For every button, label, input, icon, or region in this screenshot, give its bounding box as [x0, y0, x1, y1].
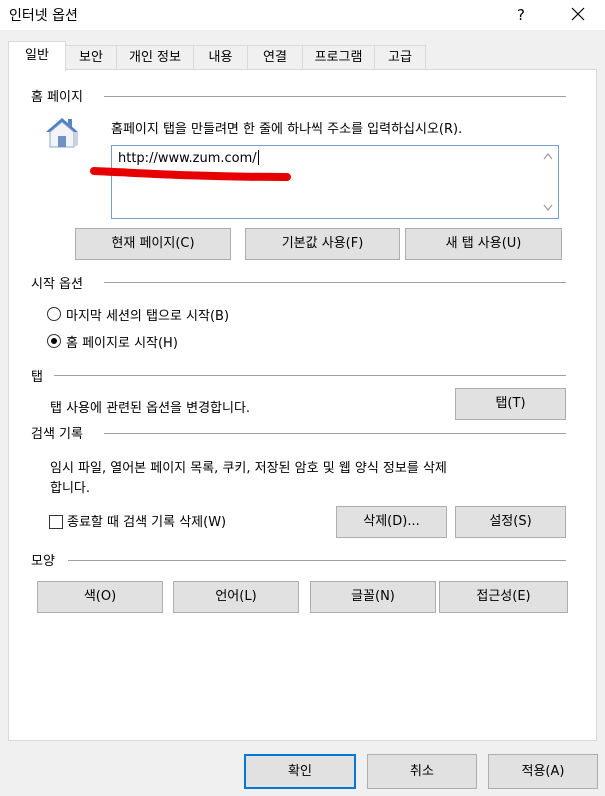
- delete-on-exit-checkbox[interactable]: [49, 515, 63, 529]
- languages-button[interactable]: 언어(L): [173, 581, 299, 613]
- apply-button[interactable]: 적용(A): [488, 754, 598, 789]
- radio-last-session-label: 마지막 세션의 탭으로 시작(B): [66, 309, 230, 324]
- radio-homepage[interactable]: [47, 334, 61, 348]
- tab-programs[interactable]: 프로그램: [302, 45, 375, 71]
- homepage-divider: [104, 96, 566, 97]
- tab-privacy[interactable]: 개인 정보: [116, 45, 194, 71]
- radio-last-session[interactable]: [47, 307, 61, 321]
- use-default-button[interactable]: 기본값 사용(F): [245, 228, 400, 260]
- red-annotation-stroke: [90, 167, 291, 181]
- appearance-heading: 모양: [31, 550, 55, 569]
- tab-general[interactable]: 일반: [8, 41, 66, 71]
- close-icon: [571, 7, 585, 21]
- scroll-up-icon[interactable]: [543, 152, 553, 160]
- help-button[interactable]: ?: [506, 0, 536, 30]
- accessibility-button[interactable]: 접근성(E): [439, 581, 568, 613]
- use-new-tab-button[interactable]: 새 탭 사용(U): [405, 228, 562, 260]
- homepage-description: 홈페이지 탭을 만들려면 한 줄에 하나씩 주소를 입력하십시오(R).: [111, 122, 463, 137]
- general-tab-panel: 홈 페이지 홈페이지 탭을 만들려면 한 줄에 하나씩 주소를 입력하십시오(R…: [8, 69, 597, 741]
- scroll-down-icon[interactable]: [543, 204, 553, 212]
- title-bar: 인터넷 옵션 ?: [0, 0, 605, 30]
- delete-history-button[interactable]: 삭제(D)...: [336, 506, 447, 538]
- history-settings-button[interactable]: 설정(S): [455, 506, 566, 538]
- delete-on-exit-label: 종료할 때 검색 기록 삭제(W): [67, 515, 227, 530]
- history-description-line2: 합니다.: [50, 481, 91, 496]
- window-title: 인터넷 옵션: [9, 8, 78, 24]
- homepage-heading: 홈 페이지: [31, 86, 83, 105]
- radio-homepage-label: 홈 페이지로 시작(H): [66, 336, 178, 351]
- startup-divider: [104, 282, 566, 283]
- tab-connections[interactable]: 연결: [247, 45, 303, 71]
- tab-security[interactable]: 보안: [65, 45, 117, 71]
- tabs-settings-button[interactable]: 탭(T): [455, 388, 566, 420]
- tabs-divider: [54, 375, 566, 376]
- tab-content[interactable]: 내용: [193, 45, 248, 71]
- history-divider: [104, 433, 566, 434]
- cancel-button[interactable]: 취소: [367, 754, 477, 789]
- appearance-divider: [68, 560, 566, 561]
- fonts-button[interactable]: 글꼴(N): [310, 581, 436, 613]
- tabs-heading: 탭: [31, 366, 43, 385]
- tabs-description: 탭 사용에 관련된 옵션을 변경합니다.: [50, 401, 251, 416]
- history-heading: 검색 기록: [31, 423, 83, 442]
- house-icon: [46, 118, 78, 148]
- colors-button[interactable]: 색(O): [37, 581, 163, 613]
- tab-advanced[interactable]: 고급: [374, 45, 426, 71]
- history-description-line1: 임시 파일, 열어본 페이지 목록, 쿠키, 저장된 암호 및 웹 양식 정보를…: [50, 461, 447, 476]
- use-current-button[interactable]: 현재 페이지(C): [75, 228, 231, 260]
- close-button[interactable]: [560, 0, 596, 30]
- startup-heading: 시작 옵션: [31, 273, 83, 292]
- ok-button[interactable]: 확인: [244, 754, 356, 789]
